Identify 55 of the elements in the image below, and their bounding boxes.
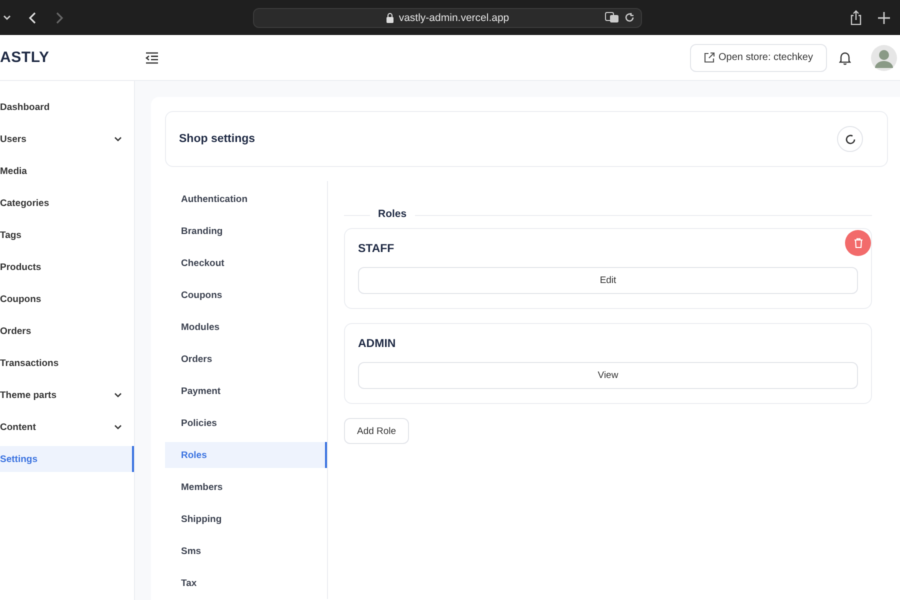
external-link-icon [704,52,714,63]
open-store-button[interactable]: Open store: ctechkey [690,44,827,72]
page-title: Shop settings [179,133,256,145]
translate-icon[interactable] [605,12,619,22]
sidebar-item[interactable]: Categories [0,187,134,219]
role-name: ADMIN [358,338,397,350]
sidebar-item[interactable]: Settings [0,446,134,472]
sidebar-item[interactable]: Transactions [0,347,134,379]
role-button[interactable]: View [358,362,858,389]
sidebar-item[interactable]: Coupons [0,283,134,315]
sidebar-item[interactable]: Products [0,251,134,283]
refresh-icon [844,134,856,144]
settings-nav-item[interactable]: Policies [165,407,327,439]
sidebar-item[interactable]: Users [0,123,134,155]
sidebar-item[interactable]: Dashboard [0,91,134,123]
settings-nav-item[interactable]: Payment [165,375,327,407]
sidebar-item[interactable]: Content [0,411,134,443]
bell-icon[interactable] [839,50,851,64]
forward-icon[interactable] [54,10,64,24]
lock-icon [386,12,394,22]
settings-nav-item[interactable]: Checkout [165,247,327,279]
refresh-button[interactable] [837,126,863,152]
role-button[interactable]: Edit [358,267,858,294]
settings-nav-item[interactable]: Branding [165,215,327,247]
sidebar-item[interactable]: Orders [0,315,134,347]
settings-nav-item[interactable]: Tax [165,567,327,599]
share-icon[interactable] [850,10,862,25]
chevron-down-icon [114,424,122,430]
settings-nav-item[interactable]: Roles [165,442,327,468]
settings-nav-item[interactable]: Modules [165,311,327,343]
delete-button[interactable] [845,230,871,256]
settings-nav-item[interactable]: Orders [165,343,327,375]
sidebar-item[interactable]: Tags [0,219,134,251]
chevron-down-icon[interactable] [2,12,12,22]
chevron-down-icon [114,392,122,398]
sidebar-item[interactable]: Theme parts [0,379,134,411]
settings-nav-item[interactable]: Authentication [165,183,327,215]
menu-collapse-icon[interactable] [145,52,159,64]
address-text: vastly-admin.vercel.app [398,12,510,24]
settings-nav-item[interactable]: Shipping [165,503,327,535]
role-name: STAFF [358,243,396,255]
plus-icon[interactable] [878,12,890,24]
reload-icon[interactable] [624,12,635,22]
sidebar-item[interactable]: Media [0,155,134,187]
logo[interactable]: ASTLY [0,48,50,66]
section-heading: Roles [370,208,415,220]
settings-nav-item[interactable]: Sms [165,535,327,567]
chevron-down-icon [114,136,122,142]
settings-nav-item[interactable]: Members [165,471,327,503]
trash-icon [854,238,862,248]
avatar[interactable] [871,44,897,70]
add-role-button[interactable]: Add Role [344,418,410,444]
settings-nav-item[interactable]: Coupons [165,279,327,311]
back-icon[interactable] [28,10,38,24]
address-bar[interactable]: vastly-admin.vercel.app [253,8,642,28]
